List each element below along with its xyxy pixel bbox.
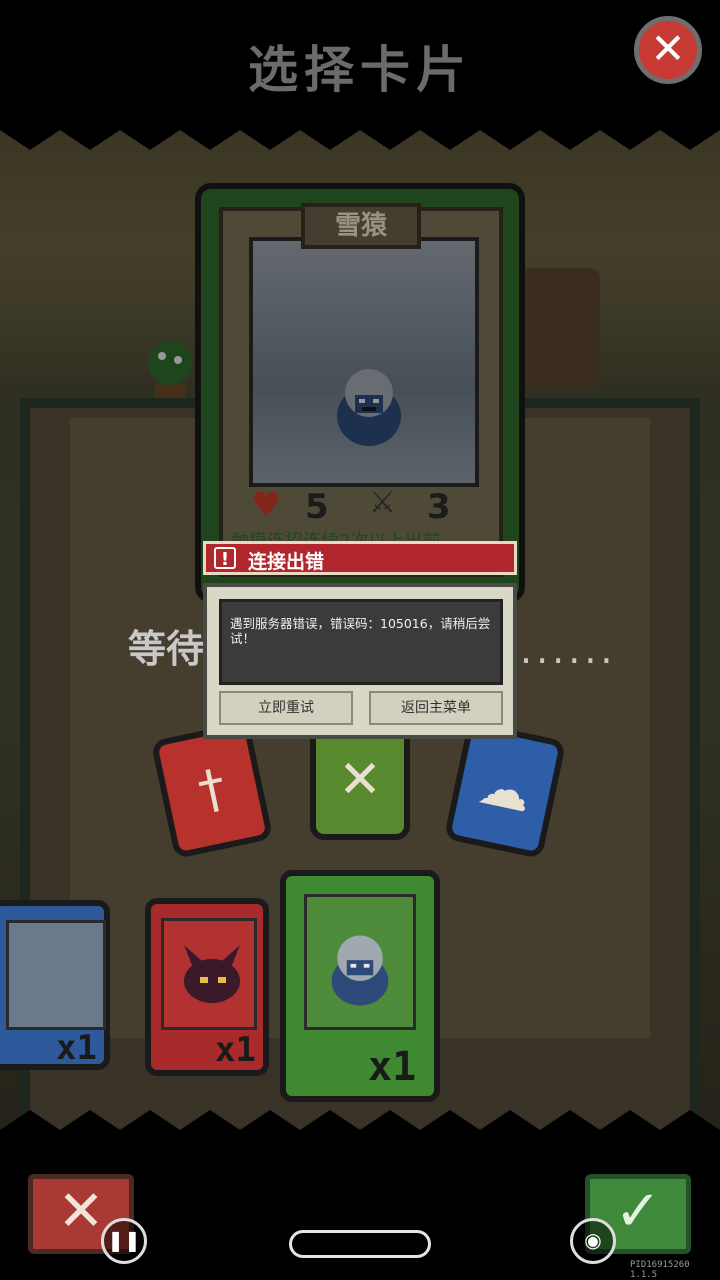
retry-button[interactable]: 立即重试 [219, 691, 353, 725]
x-icon: ✕ [57, 1179, 105, 1244]
hand-card-count: x1 [56, 1028, 97, 1068]
hand-card-3-selected[interactable]: x1 [280, 870, 440, 1102]
hand-card-2[interactable]: x1 [145, 898, 269, 1076]
demon-icon [184, 945, 240, 1003]
page-title: 选择卡片 [248, 41, 472, 99]
error-dialog-title: 连接出错 [248, 551, 325, 573]
bow-icon: ✕ [338, 750, 382, 810]
error-message-area: 遇到服务器错误，错误码：105016，请稍后尝试！ [219, 599, 503, 685]
hand-card-art [6, 920, 106, 1030]
version-text: PID16915260 1.1.5 [630, 1260, 690, 1280]
check-icon: ✓ [614, 1179, 662, 1244]
error-message: 遇到服务器错误，错误码：105016，请稍后尝试！ [230, 616, 491, 646]
top-bar: 选择卡片 ✕ [0, 0, 720, 128]
yeti-icon [331, 935, 389, 1006]
waiting-dots: ...... [520, 628, 617, 672]
eye-icon: ◉ [584, 1228, 602, 1252]
pause-icon: ❚❚ [107, 1228, 141, 1252]
wave-icon: ☁ [473, 755, 537, 825]
error-dialog: 遇到服务器错误，错误码：105016，请稍后尝试！ 立即重试 返回主菜单 [203, 583, 517, 739]
hand-card-count: x1 [368, 1044, 417, 1090]
hand-card-count: x1 [215, 1030, 256, 1070]
sword-icon: † [193, 757, 231, 823]
home-indicator[interactable] [289, 1230, 431, 1258]
hand-card-1[interactable]: x1 [0, 900, 110, 1070]
warning-icon: ! [214, 547, 236, 570]
close-icon: ✕ [650, 24, 686, 73]
back-to-menu-button[interactable]: 返回主菜单 [369, 691, 503, 725]
pause-button[interactable]: ❚❚ [101, 1218, 147, 1264]
close-button[interactable]: ✕ [634, 16, 702, 84]
waiting-text: 等待 [128, 627, 205, 671]
error-dialog-header: ! 连接出错 [203, 541, 517, 575]
hand-card-art [304, 894, 416, 1030]
hand-card-art [161, 918, 257, 1030]
bottom-bar: ✕ ✓ ❚❚ ◉ PID16915260 1.1.5 [0, 1150, 720, 1280]
view-button[interactable]: ◉ [570, 1218, 616, 1264]
